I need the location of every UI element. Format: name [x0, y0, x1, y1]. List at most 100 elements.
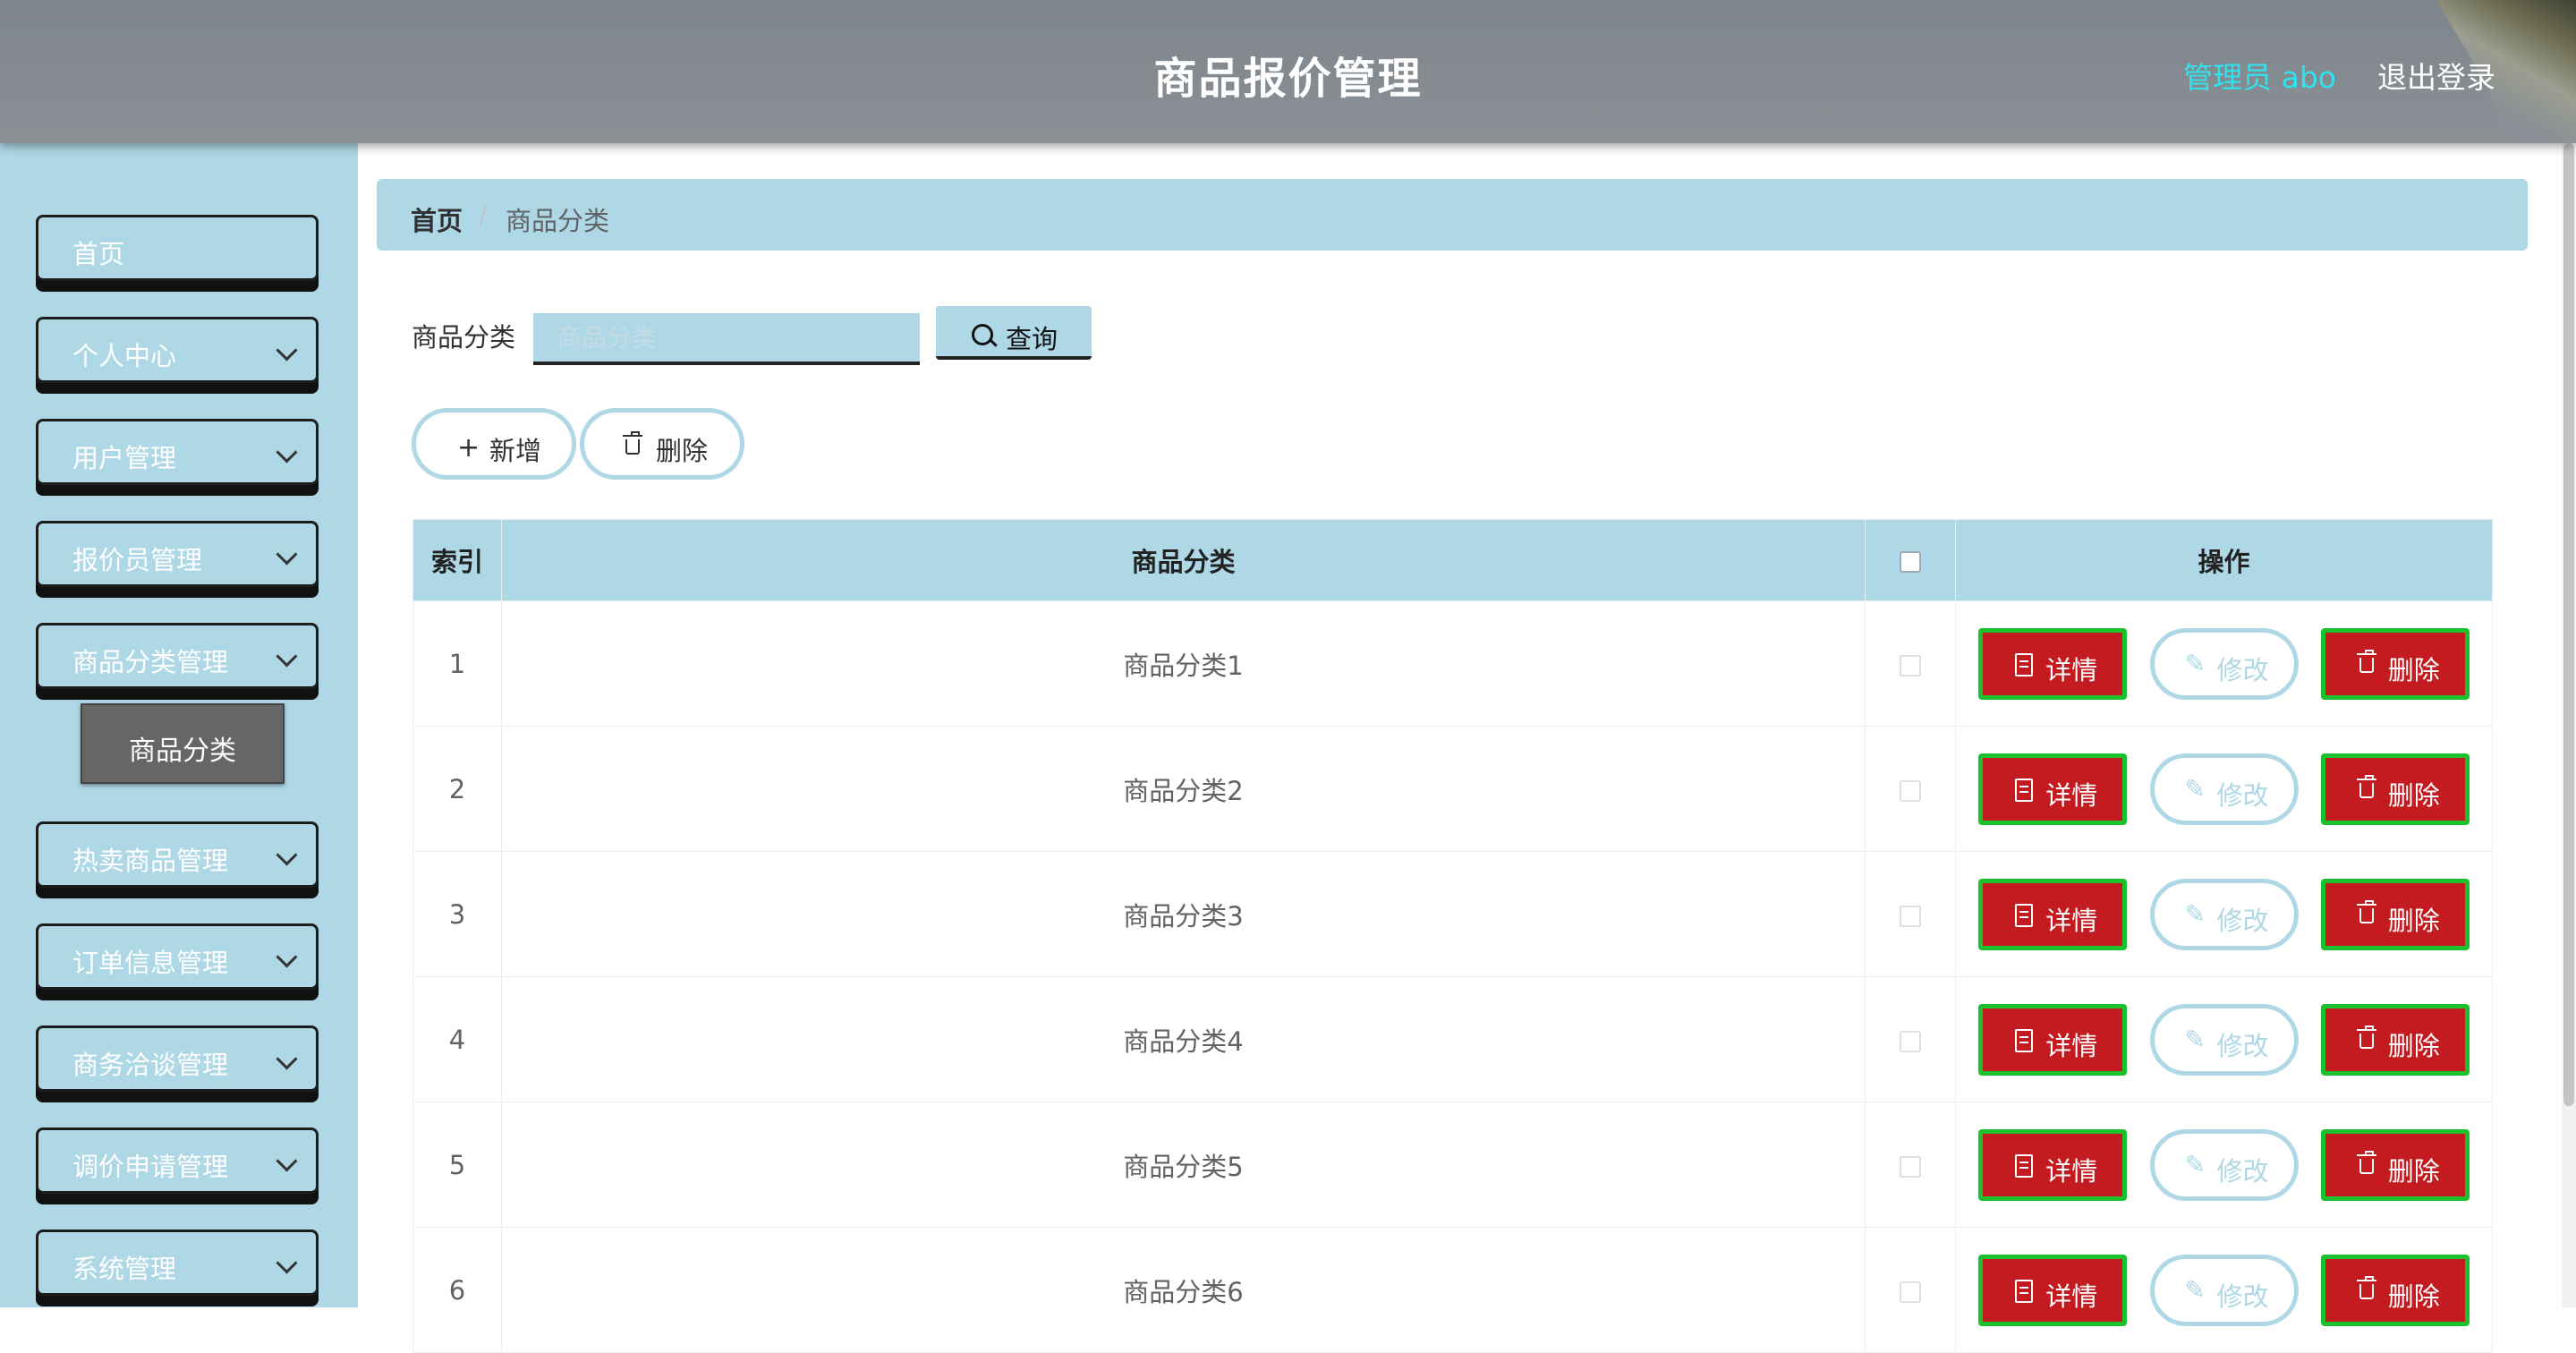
cell-operations: 详情 ✎ 修改 删除 [1955, 1227, 2493, 1353]
column-header-index: 索引 [412, 519, 502, 601]
row-checkbox[interactable] [1900, 1281, 1921, 1303]
edit-icon: ✎ [2184, 1149, 2206, 1179]
column-header-select [1865, 519, 1956, 601]
table-row: 2 商品分类2 详情 ✎ 修改 删除 [412, 726, 2493, 852]
cell-index: 3 [412, 851, 502, 977]
chevron-down-icon [276, 339, 298, 362]
edit-button[interactable]: ✎ 修改 [2149, 627, 2299, 700]
sidebar-item-personal-center[interactable]: 个人中心 [36, 317, 319, 383]
sidebar-item-category-management[interactable]: 商品分类管理 [36, 623, 319, 689]
logout-link[interactable]: 退出登录 [2377, 54, 2495, 97]
edit-button[interactable]: ✎ 修改 [2149, 753, 2299, 825]
sidebar-item-negotiation-management[interactable]: 商务洽谈管理 [36, 1025, 319, 1092]
sidebar-item-label: 用户管理 [72, 443, 177, 473]
edit-button[interactable]: ✎ 修改 [2149, 1128, 2299, 1201]
sidebar-item-quoter-management[interactable]: 报价员管理 [36, 521, 319, 587]
edit-label: 修改 [2216, 905, 2269, 936]
sidebar-item-price-adjustment[interactable]: 调价申请管理 [36, 1128, 319, 1194]
delete-button[interactable]: 删除 [2320, 1254, 2470, 1326]
chevron-down-icon [276, 1252, 298, 1274]
row-checkbox[interactable] [1900, 654, 1921, 676]
sidebar-item-label: 报价员管理 [72, 545, 203, 575]
edit-label: 修改 [2216, 654, 2269, 685]
detail-label: 详情 [2045, 1155, 2098, 1187]
breadcrumb-home[interactable]: 首页 [411, 200, 463, 238]
select-all-checkbox[interactable] [1900, 551, 1921, 573]
trash-icon [623, 431, 642, 455]
delete-button[interactable]: 删除 [2320, 753, 2470, 825]
detail-label: 详情 [2045, 1030, 2098, 1061]
cell-select [1865, 1227, 1956, 1353]
cell-category: 商品分类4 [501, 976, 1866, 1102]
sidebar-item-hot-products[interactable]: 热卖商品管理 [36, 821, 319, 888]
chevron-down-icon [276, 441, 298, 464]
row-checkbox[interactable] [1900, 1030, 1921, 1052]
search-button[interactable]: 查询 [936, 306, 1092, 360]
delete-label: 删除 [2387, 905, 2440, 936]
detail-button[interactable]: 详情 [1978, 1128, 2128, 1201]
detail-button[interactable]: 详情 [1978, 1003, 2128, 1076]
column-header-operations: 操作 [1955, 519, 2493, 601]
breadcrumb-separator: / [479, 200, 488, 231]
detail-label: 详情 [2045, 905, 2098, 936]
chevron-down-icon [276, 543, 298, 566]
plus-icon: + [457, 432, 480, 464]
table-row: 6 商品分类6 详情 ✎ 修改 删除 [412, 1227, 2493, 1353]
document-icon [2015, 1028, 2034, 1052]
edit-button[interactable]: ✎ 修改 [2149, 1003, 2299, 1076]
category-table: 索引 商品分类 操作 1 商品分类1 详情 ✎ 修改 删除 2 商品分类2 详情 … [412, 519, 2493, 1353]
chevron-down-icon [276, 1150, 298, 1172]
breadcrumb-current: 商品分类 [506, 206, 610, 236]
sidebar-item-user-management[interactable]: 用户管理 [36, 419, 319, 485]
sidebar-subitem-category[interactable]: 商品分类 [81, 703, 285, 784]
delete-button[interactable]: 删除 [2320, 878, 2470, 950]
edit-icon: ✎ [2184, 898, 2206, 929]
cell-select [1865, 1102, 1956, 1228]
cell-select [1865, 851, 1956, 977]
detail-button[interactable]: 详情 [1978, 627, 2128, 700]
sidebar-item-system-management[interactable]: 系统管理 [36, 1230, 319, 1296]
cell-operations: 详情 ✎ 修改 删除 [1955, 851, 2493, 977]
trash-icon [2356, 1150, 2376, 1174]
search-button-label: 查询 [1006, 324, 1058, 354]
sidebar-item-label: 调价申请管理 [72, 1152, 229, 1182]
delete-label: 删除 [2387, 1155, 2440, 1187]
sidebar-item-label: 个人中心 [72, 341, 177, 371]
sidebar-item-label: 商品分类管理 [72, 647, 229, 677]
top-header: 商品报价管理 管理员 abo 退出登录 [0, 0, 2576, 143]
delete-button[interactable]: 删除 [2320, 1128, 2470, 1201]
detail-button[interactable]: 详情 [1978, 753, 2128, 825]
document-icon [2015, 903, 2034, 927]
table-row: 5 商品分类5 详情 ✎ 修改 删除 [412, 1102, 2493, 1228]
delete-button[interactable]: 删除 [2320, 1003, 2470, 1076]
batch-delete-button[interactable]: 删除 [580, 408, 744, 480]
row-checkbox[interactable] [1900, 1155, 1921, 1178]
cell-operations: 详情 ✎ 修改 删除 [1955, 976, 2493, 1102]
detail-button[interactable]: 详情 [1978, 878, 2128, 950]
scrollbar-thumb[interactable] [2563, 143, 2574, 1106]
edit-button[interactable]: ✎ 修改 [2149, 1254, 2299, 1326]
edit-label: 修改 [2216, 1155, 2269, 1187]
chevron-down-icon [276, 844, 298, 866]
row-checkbox[interactable] [1900, 905, 1921, 927]
search-input[interactable] [533, 313, 920, 365]
cell-index: 5 [412, 1102, 502, 1228]
delete-button[interactable]: 删除 [2320, 627, 2470, 700]
detail-label: 详情 [2045, 779, 2098, 811]
document-icon [2015, 652, 2034, 676]
add-button[interactable]: + 新增 [412, 408, 576, 480]
detail-button[interactable]: 详情 [1978, 1254, 2128, 1326]
edit-button[interactable]: ✎ 修改 [2149, 878, 2299, 950]
chevron-down-icon [276, 645, 298, 668]
cell-index: 6 [412, 1227, 502, 1353]
sidebar-item-home[interactable]: 首页 [36, 215, 319, 281]
sidebar-item-label: 商务洽谈管理 [72, 1050, 229, 1080]
sidebar-item-order-management[interactable]: 订单信息管理 [36, 923, 319, 990]
edit-label: 修改 [2216, 1281, 2269, 1312]
trash-icon [2356, 1275, 2376, 1299]
vertical-scrollbar[interactable] [2562, 143, 2576, 1307]
edit-icon: ✎ [2184, 1024, 2206, 1054]
table-row: 1 商品分类1 详情 ✎ 修改 删除 [412, 600, 2493, 727]
row-checkbox[interactable] [1900, 779, 1921, 802]
search-icon [972, 324, 993, 345]
